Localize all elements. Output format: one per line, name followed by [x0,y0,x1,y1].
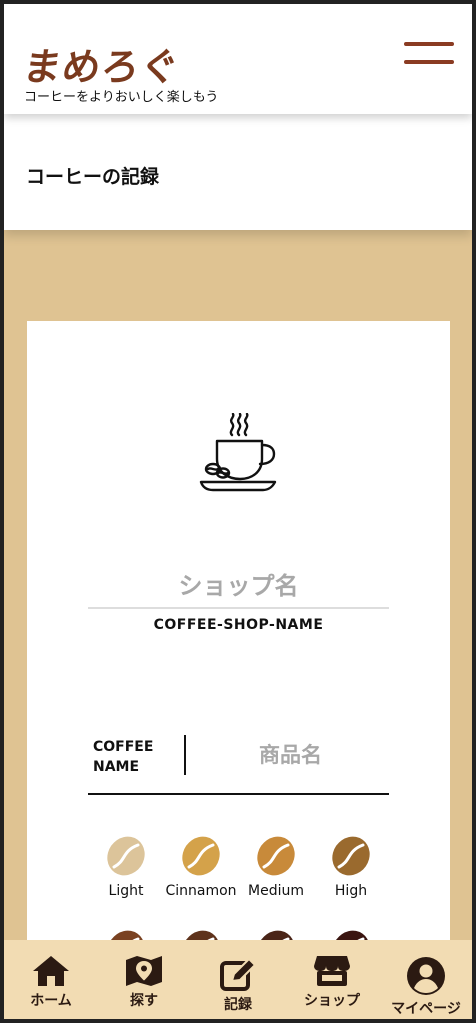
nav-label-mypage: マイページ [391,1001,461,1017]
nav-label-search: 探す [130,993,158,1009]
coffee-name-label-line1: COFFEE [93,739,154,755]
nav-item-shop[interactable]: ショップ [292,954,372,1010]
coffee-bean-icon [332,836,370,876]
menu-bar [404,42,454,46]
coffee-bean-icon [182,836,220,876]
app-logo[interactable]: まめろぐ [20,36,184,91]
menu-bar [404,60,454,64]
nav-label-shop: ショップ [304,993,360,1009]
page-title-section: コーヒーの記録 [4,114,472,230]
edit-icon [220,958,257,991]
roast-option-medium[interactable]: Medium [238,835,314,899]
shop-name-input[interactable] [88,565,389,609]
roast-label-high: High [334,883,368,899]
coffee-name-label-line2: NAME [93,759,140,775]
coffee-bean-icon [107,836,145,876]
coffee-name-label: COFFEE NAME [93,737,173,777]
map-pin-icon [126,956,162,986]
coffee-bean-icon [257,836,295,876]
coffee-name-row: COFFEE NAME [88,731,389,795]
app-header: まめろぐ コーヒーをよりおいしく楽しもう [4,4,472,114]
nav-label-record: 記録 [224,997,252,1013]
roast-option-light[interactable]: Light [88,835,164,899]
nav-item-mypage[interactable]: マイページ [386,956,466,1018]
roast-label-light: Light [108,883,144,899]
roast-option-cinnamon[interactable]: Cinnamon [163,835,239,899]
hamburger-menu-icon[interactable] [404,42,454,66]
coffee-cup-icon [199,413,277,492]
roast-label-cinnamon: Cinnamon [165,883,237,899]
coffee-name-divider [184,735,186,775]
app-frame: まめろぐ コーヒーをよりおいしく楽しもう コーヒーの記録 ショップ名 COFFE… [4,4,472,1019]
app-tagline: コーヒーをよりおいしく楽しもう [24,90,219,105]
roast-label-medium: Medium [248,883,304,899]
nav-item-home[interactable]: ホーム [11,954,91,1010]
page-title: コーヒーの記録 [26,166,160,188]
user-icon [407,957,445,995]
store-icon [314,956,350,986]
roast-option-high[interactable]: High [313,835,389,899]
bottom-nav: ホーム 探す 記録 ショップ マイページ [4,940,472,1019]
shop-name-label: COFFEE-SHOP-NAME [153,617,324,633]
nav-item-search[interactable]: 探す [104,954,184,1010]
product-name-input[interactable] [198,739,383,771]
nav-item-record[interactable]: 記録 [198,958,278,1014]
record-form-card: COFFEE-SHOP-NAME COFFEE NAME Light [27,321,450,1019]
nav-label-home: ホーム [30,993,72,1009]
home-icon [33,956,69,986]
